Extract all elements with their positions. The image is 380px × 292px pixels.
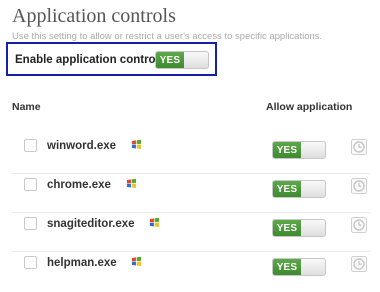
clock-icon[interactable] xyxy=(351,217,367,233)
column-header-allow: Allow application xyxy=(266,101,353,113)
windows-flag-icon xyxy=(131,139,142,149)
enable-toggle-label: YES xyxy=(156,52,184,68)
app-name: helpman.exe xyxy=(47,257,117,269)
row-checkbox[interactable] xyxy=(24,178,37,191)
page-title: Application controls xyxy=(12,5,176,27)
table-row: winword.exe YES xyxy=(12,135,370,174)
clock-icon[interactable] xyxy=(351,139,367,155)
allow-toggle[interactable]: YES xyxy=(272,219,326,237)
row-checkbox[interactable] xyxy=(24,256,37,269)
table-row: snagiteditor.exe YES xyxy=(12,213,370,252)
allow-toggle[interactable]: YES xyxy=(272,141,326,159)
allow-toggle-label: YES xyxy=(273,220,301,236)
windows-flag-icon xyxy=(131,256,142,266)
table-row: chrome.exe YES xyxy=(12,174,370,213)
enable-toggle[interactable]: YES xyxy=(155,51,209,69)
app-name: chrome.exe xyxy=(47,179,111,191)
clock-icon[interactable] xyxy=(351,178,367,194)
enable-label: Enable application controls xyxy=(15,54,166,66)
app-name: winword.exe xyxy=(47,140,117,152)
column-header-name: Name xyxy=(12,101,41,113)
table-row: helpman.exe YES xyxy=(12,252,370,291)
row-checkbox[interactable] xyxy=(24,139,37,152)
clock-icon[interactable] xyxy=(351,256,367,272)
page-subtitle: Use this setting to allow or restrict a … xyxy=(12,31,323,42)
windows-flag-icon xyxy=(126,178,137,188)
allow-toggle[interactable]: YES xyxy=(272,180,326,198)
app-name: snagiteditor.exe xyxy=(47,218,135,230)
row-checkbox[interactable] xyxy=(24,217,37,230)
allow-toggle-label: YES xyxy=(273,181,301,197)
allow-toggle-label: YES xyxy=(273,142,301,158)
allow-toggle-label: YES xyxy=(273,259,301,275)
windows-flag-icon xyxy=(149,217,160,227)
enable-application-controls: Enable application controls YES xyxy=(6,42,217,76)
allow-toggle[interactable]: YES xyxy=(272,258,326,276)
